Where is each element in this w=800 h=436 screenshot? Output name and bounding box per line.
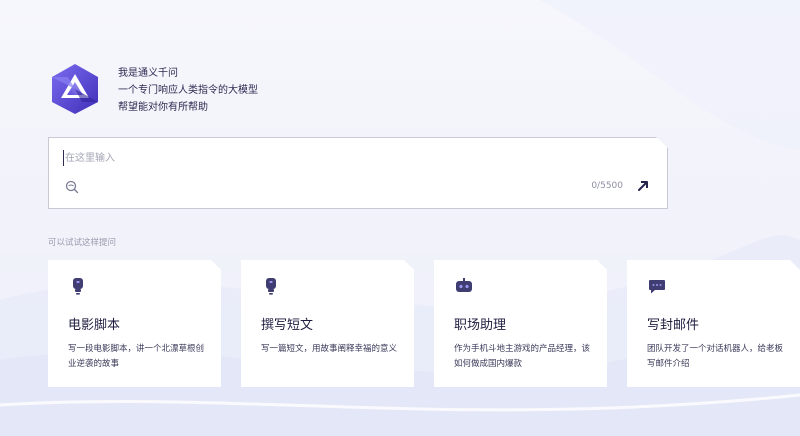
card-title: 写封邮件 [647, 318, 700, 333]
suggestions-label: 可以试试这样提问 [48, 238, 117, 248]
intro-line-3: 帮望能对你有所帮助 [118, 102, 208, 113]
card-description: 团队开发了一个对话机器人，给老板写邮件介绍 [647, 344, 784, 369]
card-title: 撰写短文 [261, 318, 314, 333]
input-box: 0/5500 [48, 137, 668, 209]
card-title: 职场助理 [454, 318, 507, 333]
suggestion-card-movie-script[interactable]: 电影脚本 写一段电影脚本，讲一个北漂草根创业逆袭的故事 [48, 260, 221, 387]
send-arrow-icon[interactable] [635, 178, 651, 194]
intro-text: 我是通义千问 一个专门响应人类指令的大模型 帮望能对你有所帮助 [118, 65, 258, 116]
robot-icon [456, 278, 472, 292]
suggestion-card-write-email[interactable]: 写封邮件 团队开发了一个对话机器人，给老板写邮件介绍 [627, 260, 800, 387]
char-counter: 0/5500 [591, 181, 623, 191]
lightbulb-icon [73, 278, 83, 295]
intro-section: 我是通义千问 一个专门响应人类指令的大模型 帮望能对你有所帮助 [48, 62, 348, 118]
web-search-icon[interactable] [65, 180, 79, 194]
card-description: 作为手机斗地主游戏的产品经理，该如何做成国内爆款 [454, 344, 591, 369]
lightbulb-icon [266, 278, 276, 295]
card-description: 写一篇短文，用故事阐释幸福的意义 [261, 344, 398, 354]
card-title: 电影脚本 [68, 318, 121, 333]
chat-bubble-icon [649, 280, 665, 294]
prompt-input[interactable] [63, 150, 625, 166]
card-description: 写一段电影脚本，讲一个北漂草根创业逆袭的故事 [68, 344, 205, 369]
suggestion-card-short-essay[interactable]: 撰写短文 写一篇短文，用故事阐释幸福的意义 [241, 260, 414, 387]
tongyi-logo-icon [52, 64, 98, 114]
intro-line-1: 我是通义千问 [118, 68, 178, 79]
suggestion-card-work-assistant[interactable]: 职场助理 作为手机斗地主游戏的产品经理，该如何做成国内爆款 [434, 260, 607, 387]
intro-line-2: 一个专门响应人类指令的大模型 [118, 85, 258, 96]
